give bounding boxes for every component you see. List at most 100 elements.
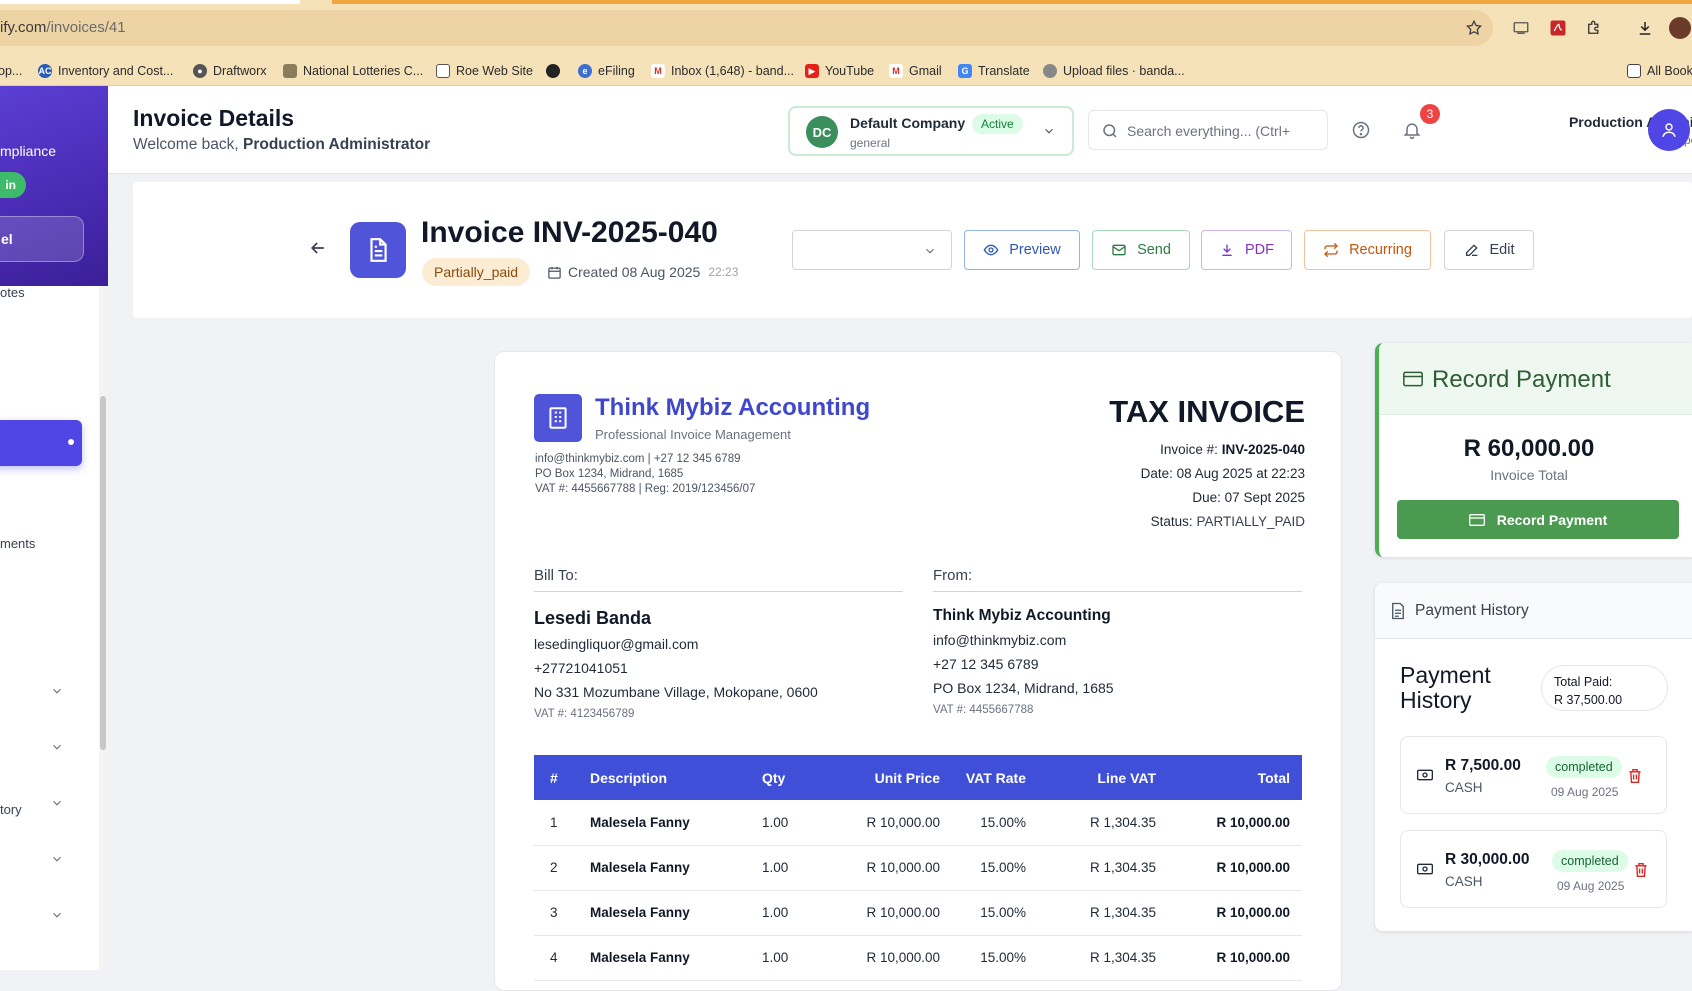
- bill-to-name: Lesedi Banda: [534, 608, 652, 628]
- column-header: Line VAT: [1026, 755, 1156, 800]
- cash-icon: [1417, 769, 1433, 781]
- recurring-button[interactable]: Recurring: [1304, 230, 1431, 270]
- calendar-icon: [548, 266, 561, 279]
- cell-total: R 10,000.00: [1156, 935, 1302, 981]
- sidebar-compliance-label: mpliance: [0, 143, 57, 159]
- record-payment-button[interactable]: Record Payment: [1397, 500, 1679, 539]
- bookmark-item[interactable]: Roe Web Site: [436, 62, 533, 80]
- chevron-down-icon[interactable]: [50, 908, 64, 922]
- created-time: 22:23: [708, 265, 739, 279]
- credit-card-icon: [1468, 513, 1485, 526]
- bill-to-phone: +27721041051: [534, 660, 628, 676]
- invoice-title: Invoice INV-2025-040: [421, 216, 718, 249]
- send-button[interactable]: Send: [1092, 230, 1190, 270]
- download-icon: [1222, 244, 1232, 256]
- bookmark-item[interactable]: ● Draftworx: [193, 62, 266, 80]
- sidebar-panel-button[interactable]: el: [0, 216, 84, 262]
- bookmarks-bar: op... AC Inventory and Cost... ● Draftworx…: [0, 56, 1692, 86]
- help-icon[interactable]: [1351, 120, 1371, 140]
- from-heading: From:: [933, 567, 1302, 592]
- global-search[interactable]: [1088, 110, 1328, 150]
- url-text[interactable]: ify.com/invoices/41: [0, 19, 126, 36]
- bookmark-item[interactable]: G Translate: [958, 62, 1030, 80]
- chevron-down-icon[interactable]: [50, 796, 64, 810]
- chevron-down-icon[interactable]: [50, 852, 64, 866]
- bookmark-item[interactable]: AC Inventory and Cost...: [38, 62, 173, 80]
- cell-unit-price: R 10,000.00: [832, 800, 940, 846]
- cell-description: Malesela Fanny: [590, 800, 762, 846]
- table-header-row: # Description Qty Unit Price VAT Rate Li…: [534, 755, 1302, 800]
- created-date: Created 08 Aug 2025 22:23: [547, 264, 738, 280]
- cell-description: Malesela Fanny: [590, 935, 762, 981]
- preview-button[interactable]: Preview: [964, 230, 1080, 270]
- bookmark-favicon: e: [578, 64, 592, 78]
- download-icon[interactable]: [1633, 16, 1657, 40]
- cell-line-vat: R 1,304.35: [1026, 935, 1156, 981]
- credit-card-icon: [1403, 371, 1423, 387]
- sidebar: mpliance in el otes ments tory: [0, 86, 108, 970]
- bookmark-item[interactable]: Upload files · banda...: [1043, 62, 1185, 80]
- pdf-button[interactable]: PDF: [1201, 230, 1292, 270]
- business-address: PO Box 1234, Midrand, 1685: [535, 468, 684, 480]
- app-header: Invoice Details Welcome back, Production…: [108, 86, 1692, 174]
- delete-icon[interactable]: [1634, 862, 1648, 878]
- github-icon: [1043, 64, 1057, 78]
- star-icon[interactable]: [1462, 16, 1486, 40]
- table-row: 4 Malesela Fanny 1.00 R 10,000.00 15.00%…: [534, 935, 1302, 981]
- bookmark-favicon: AC: [38, 64, 52, 78]
- bookmark-item[interactable]: [546, 62, 566, 80]
- active-dot: [68, 439, 74, 445]
- youtube-icon: ▶: [805, 64, 819, 78]
- company-selector[interactable]: DC Default Company Active general: [788, 106, 1074, 156]
- bookmark-item[interactable]: ▶ YouTube: [805, 62, 874, 80]
- payment-date: 09 Aug 2025: [1557, 879, 1625, 893]
- edit-button[interactable]: Edit: [1444, 230, 1534, 270]
- bookmark-item[interactable]: M Inbox (1,648) - band...: [651, 62, 794, 80]
- cell-qty: 1.00: [762, 845, 832, 891]
- cell-total: R 10,000.00: [1156, 845, 1302, 891]
- user-icon: [1662, 123, 1676, 137]
- payment-history-header-title: Payment History: [1415, 602, 1529, 619]
- profile-avatar-icon[interactable]: [1668, 16, 1692, 40]
- from-address: PO Box 1234, Midrand, 1685: [933, 680, 1114, 696]
- invoice-total-label: Invoice Total: [1490, 467, 1568, 483]
- business-tagline: Professional Invoice Management: [595, 427, 791, 442]
- pdf-extension-icon[interactable]: [1546, 16, 1570, 40]
- chevron-down-icon[interactable]: [50, 684, 64, 698]
- back-arrow-icon[interactable]: [308, 238, 328, 258]
- total-paid-badge: Total Paid: R 37,500.00: [1541, 665, 1668, 711]
- cell-vat-rate: 15.00%: [940, 800, 1026, 846]
- status-dropdown[interactable]: [792, 230, 952, 270]
- created-date-text: Created 08 Aug 2025: [568, 264, 701, 280]
- bookmark-item[interactable]: e eFiling: [578, 62, 635, 80]
- payment-method: CASH: [1445, 780, 1483, 795]
- sidebar-item-inventory[interactable]: tory: [0, 802, 22, 817]
- all-bookmarks[interactable]: All Book: [1627, 62, 1692, 80]
- extensions-icon[interactable]: [1582, 16, 1606, 40]
- bookmark-item[interactable]: M Gmail: [889, 62, 942, 80]
- bookmark-item[interactable]: National Lotteries C...: [283, 62, 423, 80]
- bill-to-address: No 331 Mozumbane Village, Mokopane, 0600: [534, 684, 818, 700]
- sidebar-scrollbar-thumb[interactable]: [100, 396, 106, 750]
- from-email: info@thinkmybiz.com: [933, 632, 1067, 648]
- record-payment-title: Record Payment: [1432, 366, 1611, 393]
- sidebar-item-quotes[interactable]: otes: [0, 285, 25, 300]
- sidebar-item-payments[interactable]: ments: [0, 536, 35, 551]
- payment-item: R 30,000.00 CASH completed 09 Aug 2025: [1400, 830, 1667, 908]
- cell-total: R 10,000.00: [1156, 800, 1302, 846]
- delete-icon[interactable]: [1628, 768, 1642, 784]
- user-avatar[interactable]: [1648, 109, 1690, 151]
- cast-icon[interactable]: [1509, 16, 1533, 40]
- address-bar[interactable]: [0, 10, 1493, 46]
- cell-line-vat: R 1,304.35: [1026, 890, 1156, 936]
- table-row: 2 Malesela Fanny 1.00 R 10,000.00 15.00%…: [534, 845, 1302, 891]
- bookmark-item[interactable]: op...: [0, 62, 22, 80]
- business-name: Think Mybiz Accounting: [595, 394, 871, 421]
- chevron-down-icon[interactable]: [50, 740, 64, 754]
- cash-icon: [1417, 863, 1433, 875]
- tab-strip-accent: [332, 0, 1692, 4]
- search-input[interactable]: [1127, 120, 1323, 142]
- business-logo: [534, 394, 582, 442]
- tax-invoice-title: TAX INVOICE: [1109, 394, 1305, 429]
- company-avatar: DC: [806, 116, 838, 148]
